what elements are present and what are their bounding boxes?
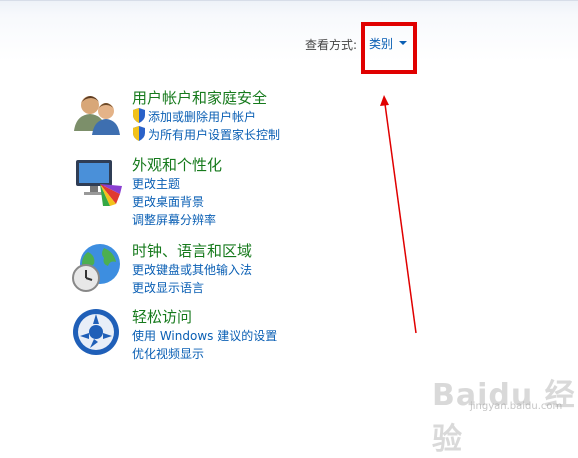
link-add-remove-accounts[interactable]: 添加或删除用户帐户 [148,108,256,125]
category-title[interactable]: 用户帐户和家庭安全 [132,87,267,108]
category-title[interactable]: 轻松访问 [132,306,192,327]
annotation-arrow [380,95,417,334]
link-parental-controls[interactable]: 为所有用户设置家长控制 [148,126,280,143]
ease-of-access-icon [73,309,119,355]
uac-shield-icon [133,108,145,123]
view-by-label: 查看方式: [305,38,358,52]
link-windows-recommended-settings[interactable]: 使用 Windows 建议的设置 [132,327,277,344]
link-optimize-video[interactable]: 优化视频显示 [132,345,204,362]
baidu-watermark-url: jingyan.baidu.com [470,401,563,412]
link-change-theme[interactable]: 更改主题 [132,175,180,192]
header-band [0,0,578,61]
appearance-icon [76,160,122,206]
highlight-box [361,22,417,74]
users-icon [74,96,120,135]
link-screen-resolution[interactable]: 调整屏幕分辨率 [132,211,216,228]
category-title[interactable]: 时钟、语言和区域 [132,240,252,261]
link-change-background[interactable]: 更改桌面背景 [132,193,204,210]
globe-clock-icon [72,244,120,292]
link-change-keyboard[interactable]: 更改键盘或其他输入法 [132,261,252,278]
baidu-watermark: Baidu 经验 [432,378,576,457]
uac-shield-icon [133,126,145,141]
category-title[interactable]: 外观和个性化 [132,154,222,175]
link-change-display-language[interactable]: 更改显示语言 [132,279,204,296]
